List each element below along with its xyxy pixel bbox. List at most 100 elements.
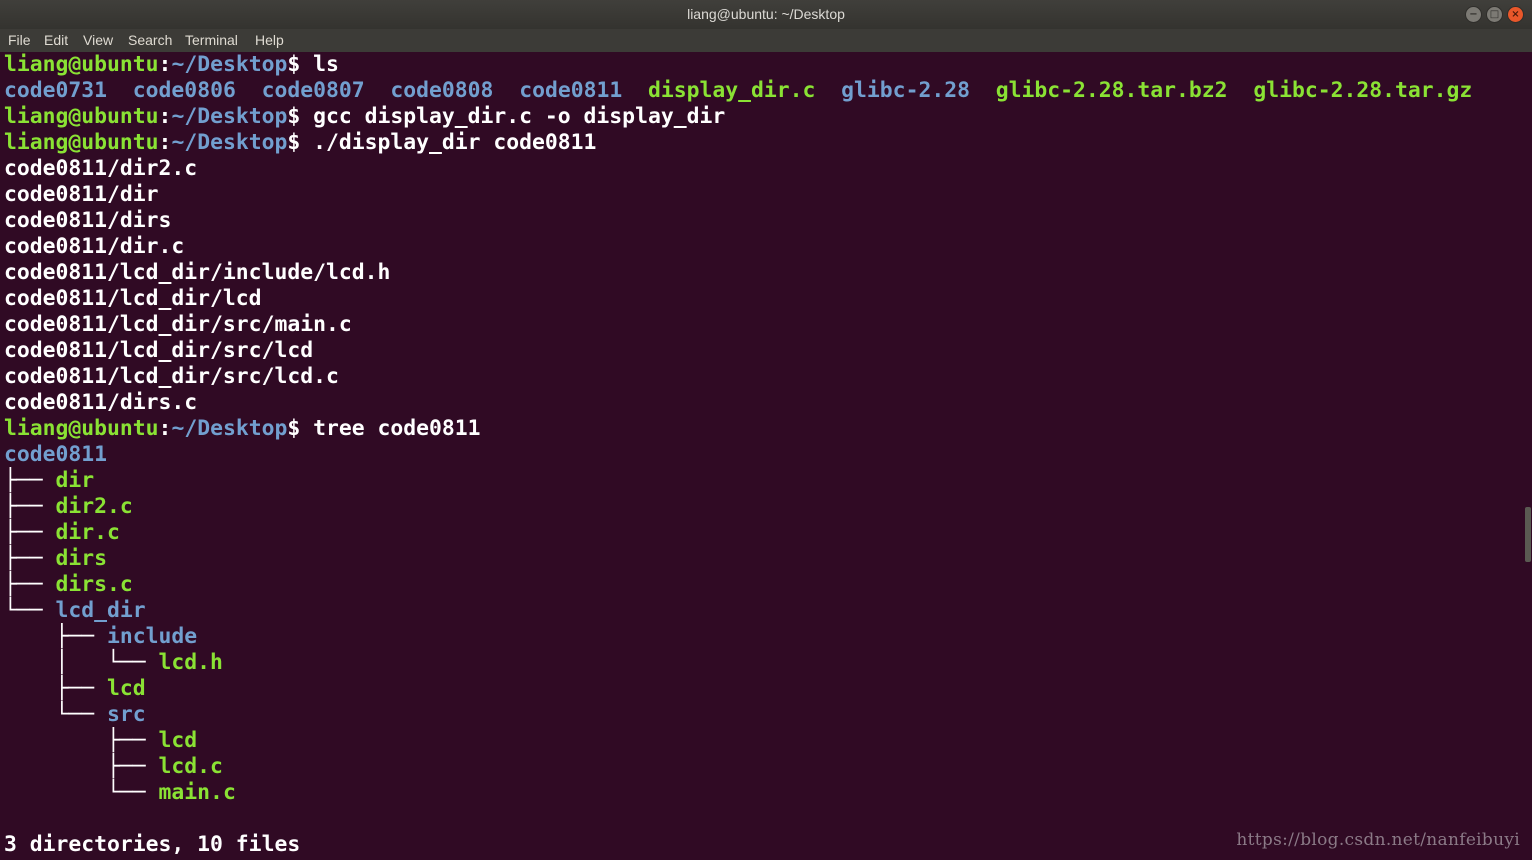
terminal-line: ├── dirs.c <box>4 572 1519 598</box>
prompt-colon: : <box>158 130 172 155</box>
ls-entry: code0731 <box>4 78 108 103</box>
tree-branch: ├── <box>4 572 56 597</box>
ls-entry <box>622 78 648 103</box>
scrollbar-thumb[interactable] <box>1525 507 1531 562</box>
tree-branch: ├── <box>4 728 159 753</box>
ls-entry: code0806 <box>132 78 236 103</box>
terminal-line: code0811/lcd_dir/lcd <box>4 286 1519 312</box>
tree-branch: ├── <box>4 468 56 493</box>
output-text: code0811/lcd_dir/include/lcd.h <box>4 260 391 285</box>
terminal-line: code0811 <box>4 442 1519 468</box>
window-controls: − □ × <box>1465 6 1524 23</box>
terminal-line: └── src <box>4 702 1519 728</box>
tree-entry: lcd <box>158 728 198 753</box>
tree-entry: code0811 <box>4 442 108 467</box>
window-title: liang@ubuntu: ~/Desktop <box>687 6 845 22</box>
tree-entry: lcd <box>107 676 146 701</box>
close-button[interactable]: × <box>1507 6 1524 23</box>
terminal-line: ├── dir <box>4 468 1519 494</box>
watermark: https://blog.csdn.net/nanfeibuyi <box>1236 830 1520 850</box>
terminal-line: code0731 code0806 code0807 code0808 code… <box>4 78 1519 104</box>
ls-entry: glibc-2.28 <box>841 78 970 103</box>
ls-entry <box>365 78 391 103</box>
output-text: code0811/dir.c <box>4 234 185 259</box>
ls-entry: code0807 <box>261 78 365 103</box>
terminal-line: ├── dir2.c <box>4 494 1519 520</box>
ls-entry <box>970 78 996 103</box>
scrollbar[interactable] <box>1523 52 1532 860</box>
output-text: code0811/lcd_dir/src/lcd <box>4 338 314 363</box>
prompt-colon: : <box>158 52 172 77</box>
terminal-line: ├── lcd.c <box>4 754 1519 780</box>
terminal-line: code0811/dirs.c <box>4 390 1519 416</box>
terminal-line: liang@ubuntu:~/Desktop$ tree code0811 <box>4 416 1519 442</box>
menu-edit[interactable]: Edit <box>44 32 68 48</box>
terminal-line: └── main.c <box>4 780 1519 806</box>
prompt-dollar: $ <box>287 52 314 77</box>
minimize-button[interactable]: − <box>1465 6 1482 23</box>
maximize-button[interactable]: □ <box>1486 6 1503 23</box>
prompt-colon: : <box>158 104 172 129</box>
prompt-path: ~/Desktop <box>171 130 288 155</box>
tree-branch: ├── <box>4 624 108 649</box>
ls-entry <box>107 78 133 103</box>
menu-terminal[interactable]: Terminal <box>185 32 238 48</box>
ls-entry: code0808 <box>390 78 494 103</box>
tree-entry: src <box>107 702 146 727</box>
output-text: 3 directories, 10 files <box>4 832 301 857</box>
output-text: code0811/dirs <box>4 208 172 233</box>
prompt-user-host: liang@ubuntu <box>4 416 159 441</box>
terminal-line: liang@ubuntu:~/Desktop$ ./display_dir co… <box>4 130 1519 156</box>
tree-branch: ├── <box>4 494 56 519</box>
prompt-user-host: liang@ubuntu <box>4 104 159 129</box>
tree-entry: dirs <box>55 546 108 571</box>
output-text: code0811/lcd_dir/lcd <box>4 286 262 311</box>
ls-entry: glibc-2.28.tar.bz2 <box>995 78 1228 103</box>
terminal-line: └── lcd_dir <box>4 598 1519 624</box>
tree-branch: ├── <box>4 546 56 571</box>
prompt-dollar: $ <box>287 104 314 129</box>
terminal-line: ├── include <box>4 624 1519 650</box>
tree-branch: └── <box>4 702 108 727</box>
ls-entry <box>1228 78 1254 103</box>
prompt-user-host: liang@ubuntu <box>4 52 159 77</box>
tree-branch: │ └── <box>4 650 159 675</box>
tree-branch: ├── <box>4 520 56 545</box>
tree-branch: ├── <box>4 676 108 701</box>
command-text: tree code0811 <box>313 416 481 441</box>
menu-help[interactable]: Help <box>255 32 284 48</box>
menu-view[interactable]: View <box>83 32 113 48</box>
terminal-line: code0811/lcd_dir/src/lcd.c <box>4 364 1519 390</box>
output-text: code0811/lcd_dir/src/lcd.c <box>4 364 339 389</box>
ls-entry <box>493 78 519 103</box>
command-text: ./display_dir code0811 <box>313 130 597 155</box>
tree-entry: include <box>107 624 198 649</box>
command-text: ls <box>313 52 339 77</box>
tree-entry: dir2.c <box>55 494 133 519</box>
menu-bar: File Edit View Search Terminal Help <box>0 29 1532 52</box>
tree-entry: lcd_dir <box>55 598 146 623</box>
prompt-dollar: $ <box>287 416 314 441</box>
tree-entry: dirs.c <box>55 572 133 597</box>
terminal-output[interactable]: liang@ubuntu:~/Desktop$ ls code0731 code0… <box>4 52 1519 860</box>
tree-entry: lcd.c <box>158 754 223 779</box>
terminal-line: │ └── lcd.h <box>4 650 1519 676</box>
tree-entry: dir.c <box>55 520 120 545</box>
menu-search[interactable]: Search <box>128 32 172 48</box>
menu-file[interactable]: File <box>8 32 31 48</box>
prompt-user-host: liang@ubuntu <box>4 130 159 155</box>
terminal-line: code0811/dir <box>4 182 1519 208</box>
ls-entry: display_dir.c <box>647 78 816 103</box>
output-text: code0811/dir2.c <box>4 156 198 181</box>
ls-entry: glibc-2.28.tar.gz <box>1253 78 1473 103</box>
terminal-line: code0811/lcd_dir/src/main.c <box>4 312 1519 338</box>
ls-entry <box>815 78 841 103</box>
tree-entry: dir <box>55 468 95 493</box>
prompt-dollar: $ <box>287 130 314 155</box>
terminal-line: ├── dir.c <box>4 520 1519 546</box>
terminal-line: code0811/dir2.c <box>4 156 1519 182</box>
terminal-line: code0811/lcd_dir/include/lcd.h <box>4 260 1519 286</box>
terminal-line: ├── dirs <box>4 546 1519 572</box>
output-text: code0811/lcd_dir/src/main.c <box>4 312 352 337</box>
